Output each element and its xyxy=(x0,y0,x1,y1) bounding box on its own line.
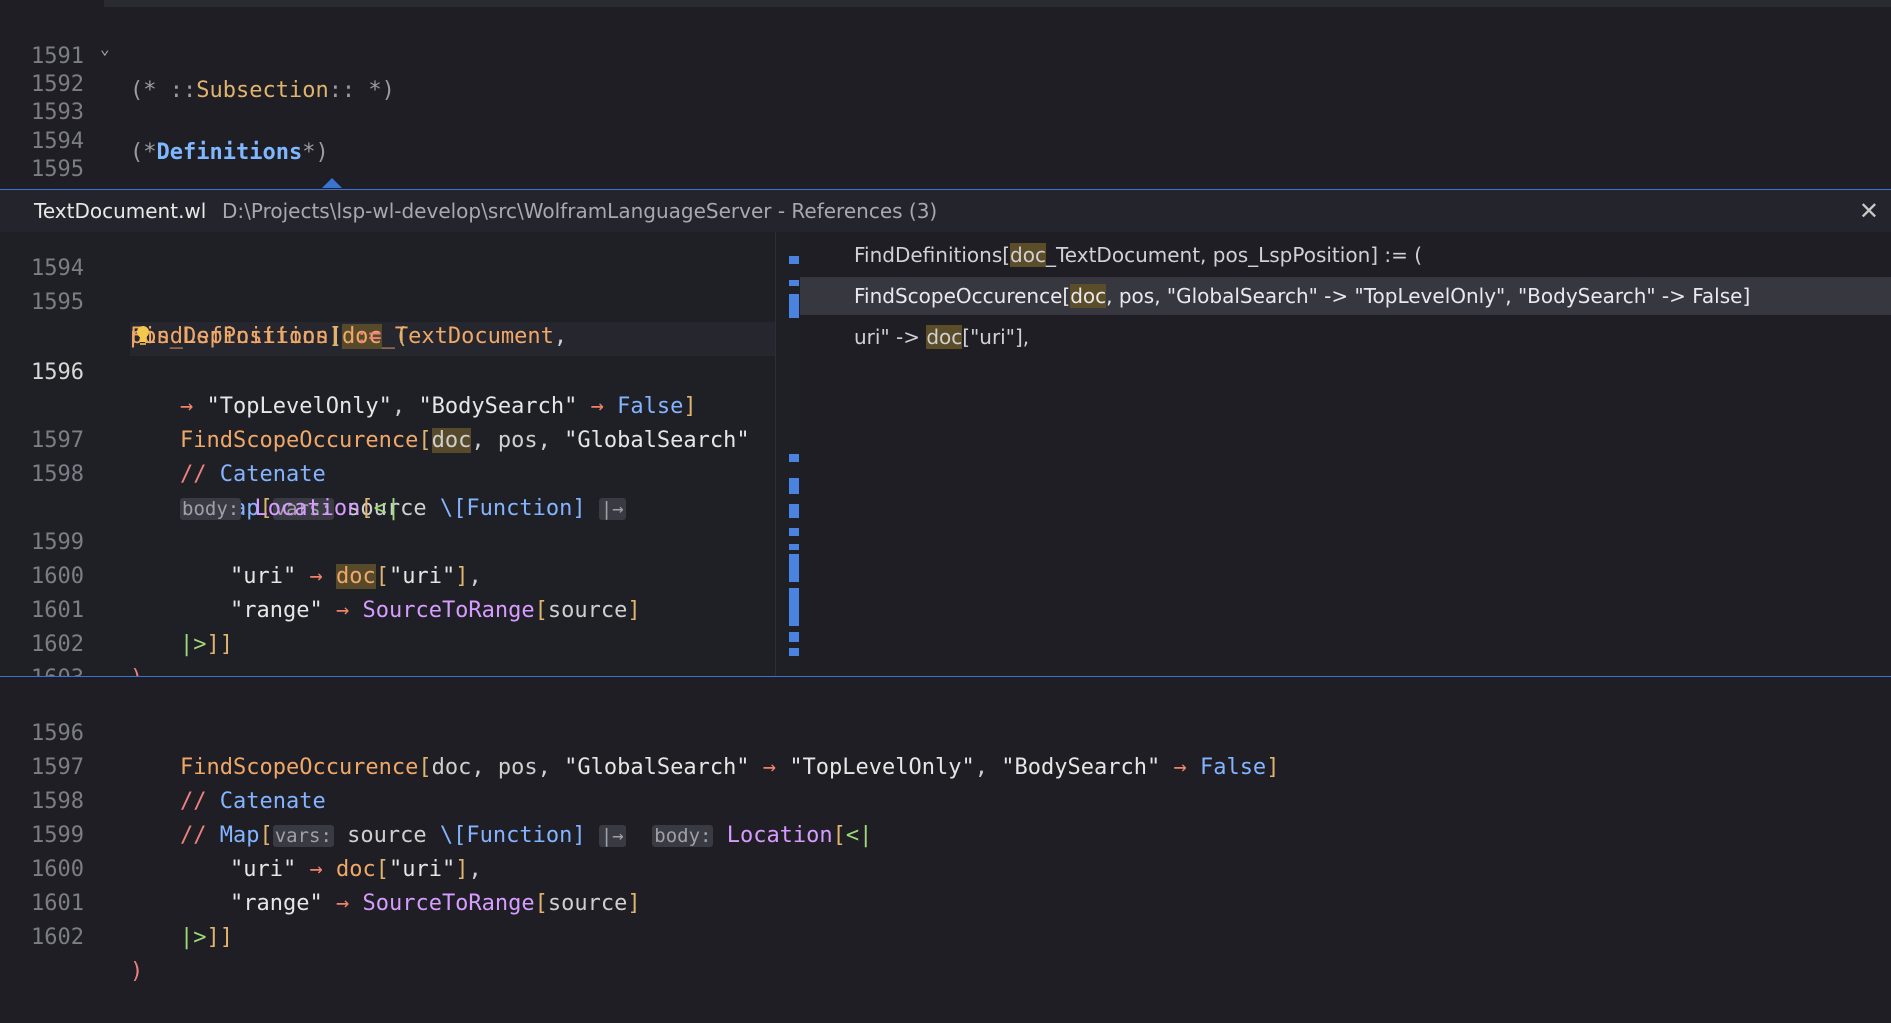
scroll-marker xyxy=(789,256,799,264)
reference-item[interactable]: FindDefinitions[doc_TextDocument, pos_Ls… xyxy=(800,236,1891,274)
peek-file-path: D:\Projects\lsp-wl-develop\src\WolframLa… xyxy=(222,199,938,223)
reference-item[interactable]: uri" -> doc["uri"], xyxy=(800,318,1891,356)
peek-file-name[interactable]: TextDocument.wl xyxy=(34,190,206,232)
line-code: "uri" → doc["uri"], xyxy=(230,857,482,882)
scroll-marker xyxy=(789,544,799,550)
line-code: (* ::Subsection:: *) xyxy=(130,78,395,103)
ref-after: ["uri"], xyxy=(962,325,1030,349)
line-code: "uri" → doc["uri"], xyxy=(230,564,482,589)
peek-header: TextDocument.wl D:\Projects\lsp-wl-devel… xyxy=(0,189,1891,233)
code-line[interactable]: 1597 // Catenate xyxy=(0,390,326,487)
top-strip xyxy=(104,0,1891,7)
ref-before: uri" -> xyxy=(854,325,927,349)
code-line[interactable]: 1596 FindScopeOccurence[doc, pos, "Globa… xyxy=(0,683,1279,780)
ref-before: FindDefinitions[ xyxy=(854,243,1011,267)
line-code: |>]] xyxy=(180,925,233,950)
scroll-marker xyxy=(789,632,799,642)
line-number: 1595 xyxy=(31,157,84,182)
code-line[interactable]: 1594 xyxy=(0,232,84,281)
code-line[interactable]: 1595 FindDefinitions[doc_TextDocument, xyxy=(0,252,567,349)
line-code: // Catenate xyxy=(180,789,326,814)
peek-bottom-border xyxy=(0,676,1891,677)
scroll-marker xyxy=(789,280,799,286)
line-number: 1603 xyxy=(0,662,84,676)
code-line[interactable]: 1599 "uri" → doc["uri"], xyxy=(0,492,482,589)
code-line[interactable]: 1598 // Map[vars: source \[Function] |→ xyxy=(0,424,626,521)
line-code: ) xyxy=(130,959,144,984)
line-code: body: Location[<| xyxy=(180,496,401,521)
scroll-marker xyxy=(789,554,799,582)
line-code: // Catenate xyxy=(180,462,326,487)
line-code: FindScopeOccurence[doc, pos, "GlobalSear… xyxy=(180,755,1280,780)
code-line[interactable]: 1602 ) xyxy=(0,594,143,676)
line-code: → "TopLevelOnly", "BodySearch" → False] xyxy=(180,394,697,419)
code-line[interactable]: 1602 ) xyxy=(0,887,143,984)
fold-chevron-icon[interactable]: ⌄ xyxy=(100,41,114,57)
ref-match: doc xyxy=(926,325,963,349)
scroll-marker xyxy=(789,528,799,536)
line-code: ) xyxy=(130,662,143,676)
code-line[interactable]: 1596 FindScopeOccurence[doc, pos, "Globa… xyxy=(0,322,750,453)
scroll-marker xyxy=(789,648,799,656)
scroll-marker xyxy=(789,588,799,626)
reference-item-selected[interactable]: FindScopeOccurence[doc, pos, "GlobalSear… xyxy=(800,277,1891,315)
code-line[interactable]: 1601 |>]] xyxy=(0,853,233,950)
code-line[interactable]: 1600 "range" → SourceToRange[source] xyxy=(0,819,641,916)
line-code: (*Definitions*) xyxy=(130,140,329,165)
code-line[interactable]: 1599 "uri" → doc["uri"], xyxy=(0,785,482,882)
line-code: "range" → SourceToRange[source] xyxy=(230,891,641,916)
ref-after: _TextDocument, pos_LspPosition] := ( xyxy=(1045,243,1423,267)
line-code: // Map[vars: source \[Function] |→ body:… xyxy=(180,823,873,848)
line-number: 1602 xyxy=(31,925,84,950)
peek-body: 1594 1595 FindDefinitions[doc_TextDocume… xyxy=(0,232,1891,676)
ref-match: doc xyxy=(1010,243,1046,267)
scroll-marker xyxy=(789,294,799,318)
ref-before: FindScopeOccurence[ xyxy=(854,284,1071,308)
peek-scrollbar[interactable] xyxy=(775,232,801,676)
code-line[interactable]: 1600 "range" → SourceToRange[source] xyxy=(0,526,641,623)
code-line-wrap[interactable]: body: Location[<| xyxy=(0,458,400,521)
ref-match: doc xyxy=(1070,284,1107,308)
scroll-marker xyxy=(789,478,799,494)
line-code: FindScopeOccurence[doc, pos, "GlobalSear… xyxy=(180,428,750,453)
code-line[interactable]: 1595 FindDefinitions[doc_TextDocument, p… xyxy=(0,119,859,216)
close-icon[interactable]: ✕ xyxy=(1859,190,1879,232)
code-line-wrap[interactable]: → "TopLevelOnly", "BodySearch" → False] xyxy=(0,356,697,419)
line-code: |>]] xyxy=(180,632,233,657)
code-line[interactable]: 1597 // Catenate xyxy=(0,717,326,814)
line-code: pos_LspPosition] := ( xyxy=(130,324,409,349)
references-list: FindDefinitions[doc_TextDocument, pos_Ls… xyxy=(800,232,1891,676)
lightbulb-icon[interactable] xyxy=(135,325,151,347)
peek-caret xyxy=(322,178,342,188)
scroll-marker xyxy=(789,504,799,518)
code-line-wrap[interactable]: pos_LspPosition] := ( xyxy=(0,286,408,349)
ref-after: , pos, "GlobalSearch" -> "TopLevelOnly",… xyxy=(1106,284,1751,308)
code-line[interactable]: 1598 // Map[vars: source \[Function] |→ … xyxy=(0,751,872,848)
peek-editor[interactable]: 1594 1595 FindDefinitions[doc_TextDocume… xyxy=(0,232,775,676)
code-line[interactable]: 1603 xyxy=(0,628,84,676)
scroll-marker xyxy=(789,454,799,462)
code-line[interactable]: 1601 |>]] xyxy=(0,560,233,657)
line-code: "range" → SourceToRange[source] xyxy=(230,598,641,623)
